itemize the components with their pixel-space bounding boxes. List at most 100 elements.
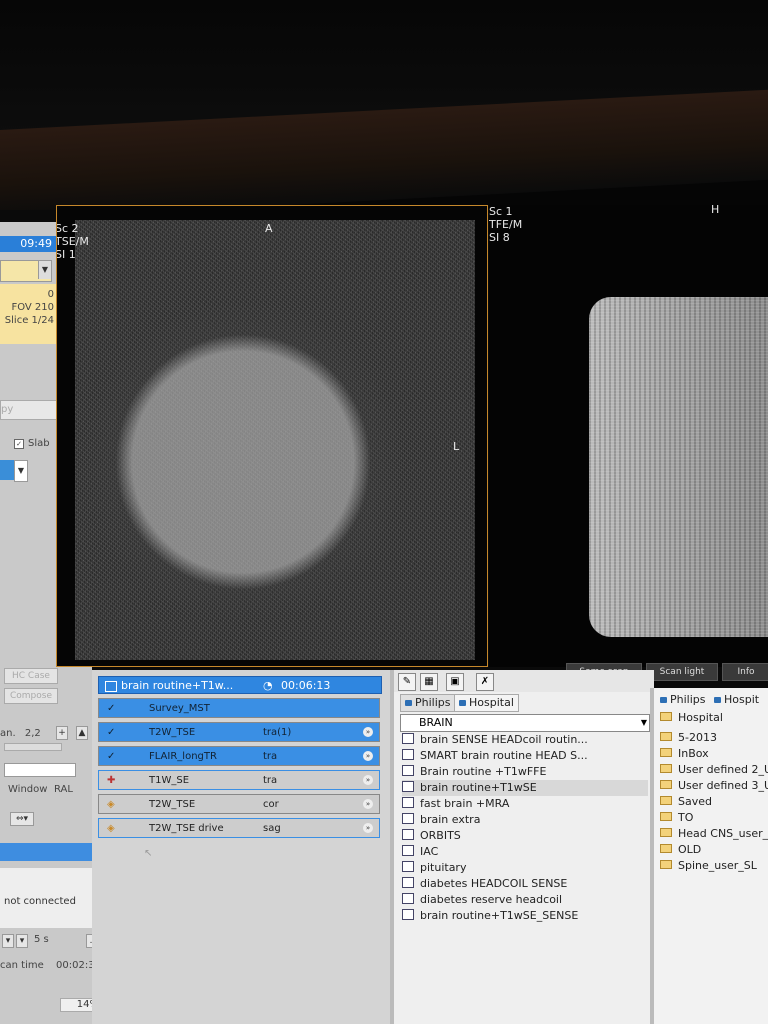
an-slider[interactable]	[4, 743, 62, 751]
examcard-item[interactable]: brain routine+T1wSE_SENSE	[402, 908, 648, 924]
window-dropdown[interactable]: ⇔▾	[10, 812, 34, 826]
tab-philips[interactable]: Philips	[400, 694, 456, 712]
folder-item[interactable]: InBox	[660, 746, 709, 762]
clock-icon: ◔	[263, 679, 273, 692]
examcard-item-selected[interactable]: brain routine+T1wSE	[402, 780, 648, 796]
protocol-row[interactable]: ◈ T2W_TSE drive sag »	[98, 818, 380, 838]
hospital-folder-root[interactable]: Hospital	[660, 710, 723, 726]
an-label: an.	[0, 728, 16, 739]
an-value: 2,2	[24, 728, 41, 739]
hc-case-button[interactable]: HC Case	[4, 668, 58, 684]
tab-hospital[interactable]: Hospital	[454, 694, 519, 712]
folder-item[interactable]: 5-2013	[660, 730, 717, 746]
examcard-icon	[402, 749, 414, 760]
folder-icon	[660, 712, 672, 721]
protocol-row[interactable]: ✓ FLAIR_longTR tra »	[98, 746, 380, 766]
up-arrow-icon[interactable]: ▲	[76, 726, 88, 740]
examcard-label: IAC	[420, 845, 439, 858]
examcard-item[interactable]: SMART brain routine HEAD S...	[402, 748, 648, 764]
scan-label: Sc 1	[489, 205, 513, 218]
examcard-item[interactable]: brain extra	[402, 812, 648, 828]
examcard-item[interactable]: ORBITS	[402, 828, 648, 844]
viewport-tab-3[interactable]: Info	[722, 663, 768, 681]
examcard-title[interactable]: brain routine+T1w... ◔ 00:06:13	[98, 676, 382, 694]
examcard-item[interactable]: fast brain +MRA	[402, 796, 648, 812]
hospital-folder-panel: Philips Hospit Hospital 5-2013 InBox Use…	[650, 688, 768, 1024]
folder-item[interactable]: OLD	[660, 842, 701, 858]
status-bar	[0, 843, 98, 861]
examcard-label: SMART brain routine HEAD S...	[420, 749, 588, 762]
chevron-down-icon[interactable]: ▼	[14, 460, 28, 482]
combo-box[interactable]	[4, 763, 76, 777]
expand-icon[interactable]: »	[363, 775, 373, 785]
protocol-row[interactable]: ✓ Survey_MST	[98, 698, 380, 718]
examcard-icon	[402, 893, 414, 904]
chevron-down-icon[interactable]: ▼	[38, 261, 51, 279]
tab-hospital[interactable]: Hospit	[714, 692, 759, 708]
protocol-row[interactable]: ✓ T2W_TSE tra(1) »	[98, 722, 380, 742]
protocol-orientation: tra(1)	[263, 727, 292, 738]
folder-item[interactable]: User defined 2_U	[660, 762, 768, 778]
folder-item[interactable]: Head CNS_user_S	[660, 826, 768, 842]
examcard-label: Brain routine +T1wFFE	[420, 765, 547, 778]
tools-icon[interactable]: ✗	[476, 673, 494, 691]
protocol-name: T2W_TSE	[149, 799, 196, 810]
tab-philips[interactable]: Philips	[660, 692, 706, 708]
protocol-name: T2W_TSE	[149, 727, 196, 738]
folder-item[interactable]: TO	[660, 810, 693, 826]
protocol-name: Survey_MST	[149, 703, 210, 714]
connection-status: not connected	[0, 868, 98, 928]
folder-item[interactable]: Spine_user_SL	[660, 858, 757, 874]
examcard-icon	[402, 765, 414, 776]
examcard-item[interactable]: pituitary	[402, 860, 648, 876]
diamond-icon[interactable]	[0, 460, 14, 480]
scan-pending-icon: ◈	[107, 823, 115, 834]
interval-down[interactable]: ▾	[16, 934, 28, 948]
scan-pending-icon: ◈	[107, 799, 115, 810]
slab-label: Slab	[28, 438, 50, 449]
examcard-icon	[402, 845, 414, 856]
folder-label: Saved	[678, 795, 712, 808]
expand-icon[interactable]: »	[363, 799, 373, 809]
interval-dropdown[interactable]: ▾	[2, 934, 14, 948]
image-viewport-2[interactable]: Sc 1 TFE/M SI 8 H	[489, 205, 768, 667]
examcard-item[interactable]: brain SENSE HEADcoil routin...	[402, 732, 648, 748]
grid-icon[interactable]: ▦	[420, 673, 438, 691]
folder-label: User defined 3_U	[678, 779, 768, 792]
card-icon[interactable]: ▣	[446, 673, 464, 691]
examcard-item[interactable]: IAC	[402, 844, 648, 860]
ral-label: RAL	[54, 784, 73, 795]
folder-item[interactable]: User defined 3_U	[660, 778, 768, 794]
examcard-item[interactable]: Brain routine +T1wFFE	[402, 764, 648, 780]
folder-label: InBox	[678, 747, 709, 760]
expand-icon[interactable]: »	[363, 751, 373, 761]
scan-time-row: can time 00:02:30	[0, 960, 101, 971]
examcard-item[interactable]: diabetes HEADCOIL SENSE	[402, 876, 648, 892]
plus-button[interactable]: +	[56, 726, 68, 740]
connection-text: not connected	[4, 896, 76, 907]
lock-icon	[405, 700, 412, 706]
expand-icon[interactable]: »	[363, 727, 373, 737]
examcard-icon	[402, 797, 414, 808]
edit-icon[interactable]: ✎	[398, 673, 416, 691]
examcard-icon	[402, 877, 414, 888]
folder-label: Spine_user_SL	[678, 859, 757, 872]
check-icon: ✓	[107, 727, 116, 738]
folder-item[interactable]: Saved	[660, 794, 712, 810]
expand-icon[interactable]: »	[363, 823, 373, 833]
chevron-down-icon: ▼	[640, 718, 647, 727]
folder-icon	[660, 732, 672, 741]
examcard-icon	[402, 813, 414, 824]
protocol-row[interactable]: ✚ T1W_SE tra »	[98, 770, 380, 790]
examcard-item[interactable]: diabetes reserve headcoil	[402, 892, 648, 908]
viewport-tab-2[interactable]: Scan light	[646, 663, 718, 681]
protocol-row[interactable]: ◈ T2W_TSE cor »	[98, 794, 380, 814]
compose-button[interactable]: Compose	[4, 688, 58, 704]
slab-checkbox[interactable]: ✓ Slab	[14, 438, 50, 449]
folder-selector[interactable]: BRAIN ▼	[400, 714, 650, 732]
folder-icon	[660, 844, 672, 853]
image-viewport-1[interactable]: Sc 2 TSE/M SI 1 A L	[56, 205, 488, 667]
folder-label: Head CNS_user_S	[678, 827, 768, 840]
copy-button[interactable]: py	[0, 400, 58, 420]
mri-sagittal-image	[589, 297, 768, 637]
